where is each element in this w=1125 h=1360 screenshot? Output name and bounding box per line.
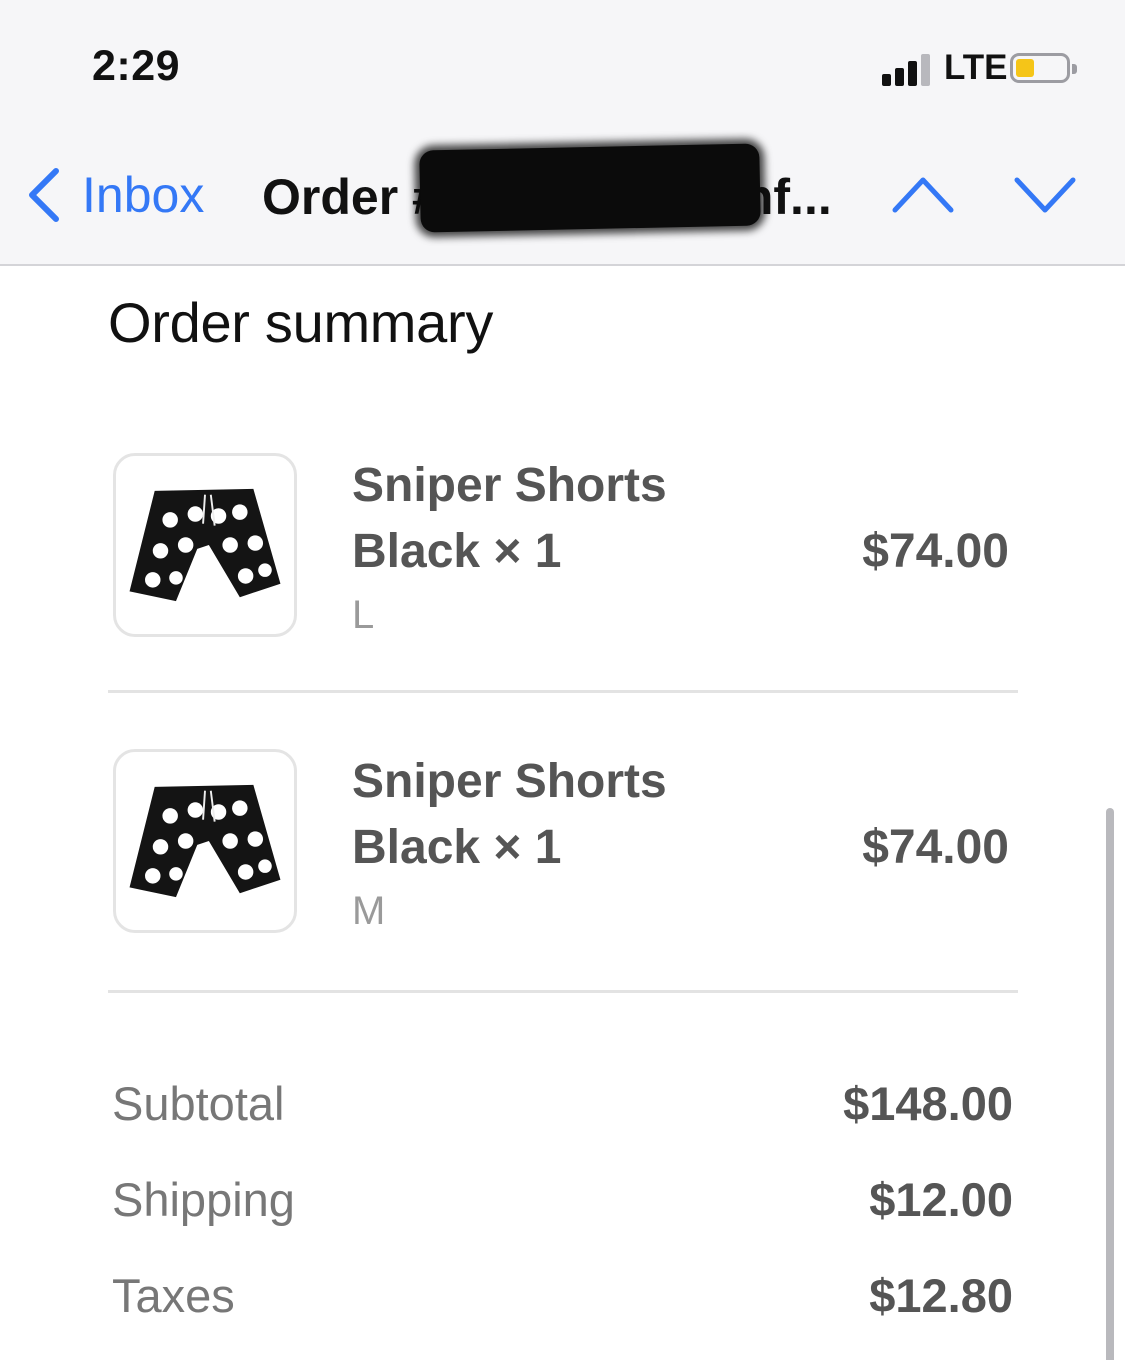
redaction-mark (419, 143, 761, 233)
taxes-row: Taxes $12.80 (0, 1261, 1125, 1331)
scrollbar[interactable] (1106, 808, 1114, 1360)
network-type: LTE (944, 48, 1008, 87)
battery-icon (1010, 53, 1077, 83)
line-item: Sniper Shorts Black × 1 M $74.00 (0, 749, 1125, 949)
back-button[interactable]: Inbox (24, 160, 204, 230)
shipping-row: Shipping $12.00 (0, 1165, 1125, 1235)
signal-strength-icon (882, 52, 932, 86)
divider (108, 690, 1018, 693)
status-time: 2:29 (92, 42, 181, 90)
shipping-value: $12.00 (869, 1173, 1013, 1226)
email-screen: 2:29 LTE Inbox Order #A9299337 conf... O… (0, 0, 1125, 1360)
item-variant: Black × 1 (352, 525, 562, 578)
item-size: L (352, 593, 375, 637)
chevron-left-icon (29, 168, 59, 222)
shipping-label: Shipping (112, 1173, 295, 1226)
chevron-down-icon[interactable] (1012, 168, 1078, 218)
subtotal-label: Subtotal (112, 1077, 285, 1130)
order-summary-title: Order summary (108, 291, 494, 354)
product-thumbnail[interactable] (113, 749, 297, 933)
item-size: M (352, 889, 386, 933)
item-variant: Black × 1 (352, 821, 562, 874)
product-thumbnail[interactable] (113, 453, 297, 637)
item-price: $74.00 (862, 525, 1009, 578)
item-name: Sniper Shorts (352, 755, 667, 808)
shorts-image-icon (129, 488, 281, 602)
top-bar: 2:29 LTE Inbox Order #A9299337 conf... (0, 0, 1125, 266)
shorts-image-icon (129, 784, 281, 898)
item-name: Sniper Shorts (352, 459, 667, 512)
subtotal-row: Subtotal $148.00 (0, 1069, 1125, 1139)
chevron-up-icon[interactable] (890, 168, 956, 218)
subtotal-value: $148.00 (843, 1077, 1013, 1130)
taxes-value: $12.80 (869, 1269, 1013, 1322)
line-item: Sniper Shorts Black × 1 L $74.00 (0, 453, 1125, 653)
taxes-label: Taxes (112, 1269, 235, 1322)
divider (108, 990, 1018, 993)
back-label: Inbox (82, 167, 205, 223)
item-price: $74.00 (862, 821, 1009, 874)
